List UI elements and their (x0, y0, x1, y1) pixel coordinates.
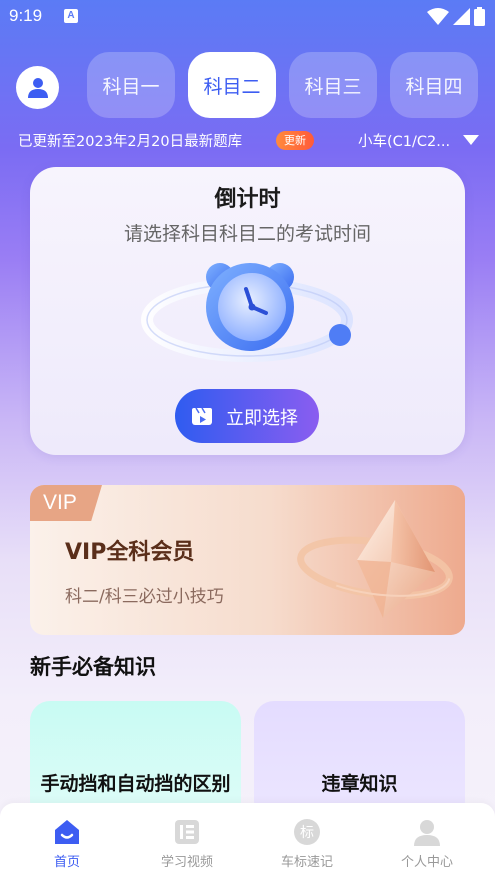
tab-subject-3[interactable]: 科目三 (289, 52, 377, 118)
film-clapper-icon (192, 407, 212, 425)
wifi-icon (427, 7, 449, 25)
tab-subject-2[interactable]: 科目二 (188, 52, 276, 118)
bottom-nav: 首页 学习视频 标 车标速记 个人中心 (0, 803, 495, 881)
section-title-knowledge: 新手必备知识 (30, 655, 156, 679)
select-button-label: 立即选择 (226, 408, 298, 429)
user-icon (27, 77, 48, 98)
dropdown-caret-icon[interactable] (463, 135, 479, 145)
battery-icon (474, 7, 485, 26)
nav-label: 学习视频 (160, 855, 213, 870)
nav-item-car-logos[interactable]: 标 车标速记 (245, 803, 369, 881)
status-time: 9:19 (9, 6, 43, 25)
crystal-icon (297, 500, 453, 618)
car-type-selector[interactable]: 小车(C1/C2... (358, 130, 458, 151)
knowledge-card-label: 违章知识 (321, 773, 398, 795)
person-icon (414, 820, 440, 846)
video-icon (175, 820, 199, 844)
select-exam-time-button[interactable]: 立即选择 (175, 389, 319, 443)
vip-tag: VIP (30, 485, 102, 521)
tab-label: 科目四 (405, 75, 463, 98)
vip-subtitle: 科二/科三必过小技巧 (65, 587, 224, 607)
update-badge[interactable]: 更新 (276, 131, 314, 150)
nav-label: 车标速记 (280, 855, 333, 870)
nav-item-profile[interactable]: 个人中心 (365, 803, 489, 881)
tab-label: 科目一 (102, 75, 160, 98)
status-bar: 9:19 A (0, 0, 495, 34)
tab-label: 科目三 (304, 75, 362, 98)
notification-icon: A (64, 9, 78, 23)
status-icons (427, 7, 485, 26)
countdown-subtitle: 请选择科目科目二的考试时间 (123, 223, 371, 245)
knowledge-card-label: 手动挡和自动挡的区别 (40, 773, 231, 795)
tab-label: 科目二 (203, 75, 261, 98)
nav-item-home[interactable]: 首页 (5, 803, 129, 881)
home-icon (55, 820, 79, 844)
alarm-clock-icon (141, 263, 353, 362)
tab-subject-4[interactable]: 科目四 (390, 52, 478, 118)
countdown-title: 倒计时 (214, 187, 281, 212)
nav-label: 个人中心 (400, 855, 453, 870)
svg-text:标: 标 (300, 825, 314, 841)
update-status-text: 已更新至2023年2月20日最新题库 (18, 134, 243, 150)
user-avatar-button[interactable] (16, 66, 59, 109)
vip-banner[interactable]: VIP VIP全科会员 科二/科三必过小技巧 (30, 485, 465, 635)
countdown-card: 倒计时 请选择科目科目二的考试时间 立即选择 (30, 167, 465, 455)
vip-title: VIP全科会员 (65, 540, 195, 565)
car-logo-icon: 标 (294, 819, 320, 845)
nav-item-videos[interactable]: 学习视频 (125, 803, 249, 881)
nav-label: 首页 (53, 855, 80, 870)
tab-subject-1[interactable]: 科目一 (87, 52, 175, 118)
signal-icon (453, 8, 470, 25)
